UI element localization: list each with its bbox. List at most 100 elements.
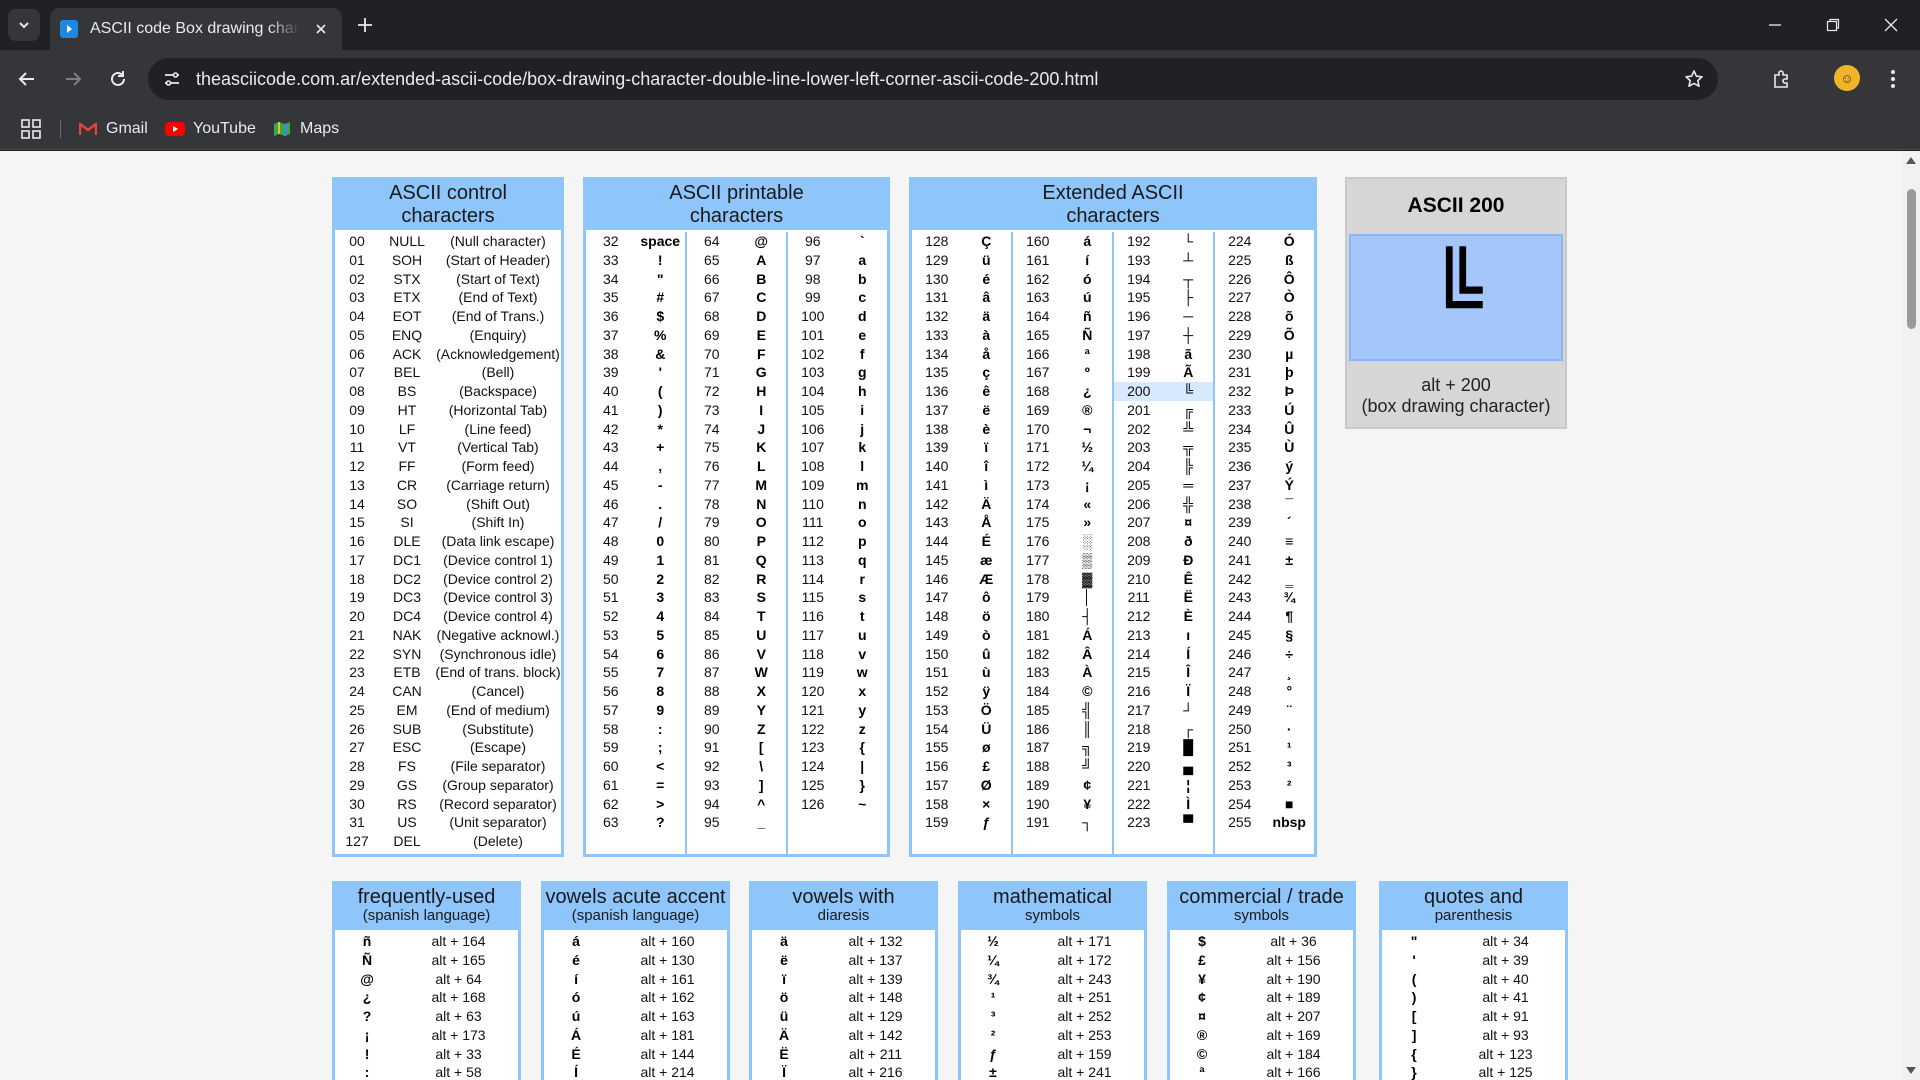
character-cell[interactable]: 180 ┤ xyxy=(1013,607,1112,626)
character-cell[interactable]: 133 à xyxy=(912,326,1011,345)
group-row[interactable]: ³ alt + 252 xyxy=(961,1007,1144,1026)
character-cell[interactable]: 149 ò xyxy=(912,626,1011,645)
control-row[interactable]: 07 BEL (Bell) xyxy=(335,363,561,382)
group-row[interactable]: ¼ alt + 172 xyxy=(961,951,1144,970)
character-cell[interactable]: 146 Æ xyxy=(912,570,1011,589)
forward-button[interactable] xyxy=(57,63,89,95)
character-cell[interactable]: 58: xyxy=(586,720,685,739)
group-row[interactable]: Áalt + 181 xyxy=(544,1026,727,1045)
character-cell[interactable]: 188 ╝ xyxy=(1013,757,1112,776)
group-row[interactable]: é alt + 130 xyxy=(544,951,727,970)
bookmark-gmail[interactable]: Gmail xyxy=(78,116,148,142)
character-cell[interactable]: 195 ├ xyxy=(1114,288,1213,307)
character-cell[interactable]: 101 e xyxy=(788,326,887,345)
character-cell[interactable]: 42 * xyxy=(586,420,685,439)
control-row[interactable]: 04 EOT (End of Trans.) xyxy=(335,307,561,326)
character-cell[interactable]: 123 { xyxy=(788,738,887,757)
menu-button[interactable] xyxy=(1877,63,1909,95)
control-row[interactable]: 15 SI (Shift In) xyxy=(335,513,561,532)
character-cell[interactable]: 220 ▄ xyxy=(1114,757,1213,776)
character-cell[interactable]: 61 = xyxy=(586,776,685,795)
control-row[interactable]: 25 EM (End of medium) xyxy=(335,701,561,720)
character-cell[interactable]: 108 l xyxy=(788,457,887,476)
character-cell[interactable]: 83 S xyxy=(687,588,786,607)
character-cell[interactable]: 72 H xyxy=(687,382,786,401)
character-cell[interactable]: 174 « xyxy=(1013,495,1112,514)
character-cell[interactable]: 64 @ xyxy=(687,232,786,251)
control-row[interactable]: 18 DC2 (Device control 2) xyxy=(335,570,561,589)
character-cell[interactable]: 37% xyxy=(586,326,685,345)
group-row[interactable]: $ alt + 36 xyxy=(1170,932,1353,951)
character-cell[interactable]: 243 ¾ xyxy=(1215,588,1314,607)
character-cell[interactable]: 235 Ù xyxy=(1215,438,1314,457)
control-row[interactable]: 24 CAN (Cancel) xyxy=(335,682,561,701)
character-cell[interactable]: 182 Â xyxy=(1013,645,1112,664)
character-cell[interactable]: 132 ä xyxy=(912,307,1011,326)
character-cell[interactable]: 53 5 xyxy=(586,626,685,645)
character-cell[interactable]: 164 ñ xyxy=(1013,307,1112,326)
character-cell[interactable]: 150 û xyxy=(912,645,1011,664)
character-cell[interactable]: 156 £ xyxy=(912,757,1011,776)
character-cell[interactable]: 208 ð xyxy=(1114,532,1213,551)
character-cell[interactable]: 227 Ò xyxy=(1215,288,1314,307)
character-cell[interactable]: 71 G xyxy=(687,363,786,382)
character-cell[interactable]: 169 ® xyxy=(1013,401,1112,420)
group-row[interactable]: ² alt + 253 xyxy=(961,1026,1144,1045)
group-row[interactable]: ! alt + 33 xyxy=(335,1045,518,1064)
character-cell[interactable]: 111 o xyxy=(788,513,887,532)
character-cell[interactable]: 236 ý xyxy=(1215,457,1314,476)
character-cell[interactable]: 230 µ xyxy=(1215,345,1314,364)
group-row[interactable]: ë alt + 137 xyxy=(752,951,935,970)
character-cell[interactable]: 51 3 xyxy=(586,588,685,607)
character-cell[interactable]: 159 ƒ xyxy=(912,813,1011,832)
character-cell[interactable]: 141 ì xyxy=(912,476,1011,495)
character-cell[interactable]: 151 ù xyxy=(912,663,1011,682)
character-cell[interactable]: 79 O xyxy=(687,513,786,532)
character-cell[interactable]: 49 1 xyxy=(586,551,685,570)
character-cell[interactable]: 222 Ì xyxy=(1114,795,1213,814)
character-cell[interactable]: 219 █ xyxy=(1114,738,1213,757)
character-cell[interactable]: 228 õ xyxy=(1215,307,1314,326)
profile-avatar[interactable]: ☺ xyxy=(1834,65,1860,91)
character-cell[interactable]: 213 ı xyxy=(1114,626,1213,645)
control-row[interactable]: 31 US (Unit separator) xyxy=(335,813,561,832)
character-cell[interactable]: 173 ¡ xyxy=(1013,476,1112,495)
character-cell[interactable]: 197 ┼ xyxy=(1114,326,1213,345)
character-cell[interactable]: 167 º xyxy=(1013,363,1112,382)
character-cell[interactable]: 98 b xyxy=(788,270,887,289)
character-cell[interactable]: 130 é xyxy=(912,270,1011,289)
character-cell[interactable]: 48 0 xyxy=(586,532,685,551)
character-cell[interactable]: 100 d xyxy=(788,307,887,326)
group-row[interactable]: ) alt + 41 xyxy=(1382,988,1565,1007)
character-cell[interactable]: 56 8 xyxy=(586,682,685,701)
character-cell[interactable]: 85 U xyxy=(687,626,786,645)
group-row[interactable]: {alt + 123 xyxy=(1382,1045,1565,1064)
group-row[interactable]: £ alt + 156 xyxy=(1170,951,1353,970)
character-cell[interactable]: 41) xyxy=(586,401,685,420)
character-cell[interactable]: 223 ▀ xyxy=(1114,813,1213,832)
character-cell[interactable]: 113 q xyxy=(788,551,887,570)
group-row[interactable]: ½ alt + 171 xyxy=(961,932,1144,951)
character-cell[interactable]: 125} xyxy=(788,776,887,795)
control-row[interactable]: 12 FF (Form feed) xyxy=(335,457,561,476)
control-row[interactable]: 03 ETX (End of Text) xyxy=(335,288,561,307)
group-row[interactable]: ö alt + 148 xyxy=(752,988,935,1007)
group-row[interactable]: } alt + 125 xyxy=(1382,1063,1565,1080)
character-cell[interactable]: 218 ┌ xyxy=(1114,720,1213,739)
character-cell[interactable]: 229 Õ xyxy=(1215,326,1314,345)
scroll-down-arrow-icon[interactable] xyxy=(1905,1065,1917,1075)
character-cell[interactable]: 186 ║ xyxy=(1013,720,1112,739)
active-tab[interactable]: ASCII code Box drawing character xyxy=(50,8,342,50)
character-cell[interactable]: 67 C xyxy=(687,288,786,307)
character-cell[interactable]: 201 ╔ xyxy=(1114,401,1213,420)
character-cell[interactable]: 242 ‗ xyxy=(1215,570,1314,589)
group-row[interactable]: ± alt + 241 xyxy=(961,1063,1144,1080)
character-cell[interactable]: 214 Í xyxy=(1114,645,1213,664)
control-row[interactable]: 11 VT (Vertical Tab) xyxy=(335,438,561,457)
control-row[interactable]: 23 ETB (End of trans. block) xyxy=(335,663,561,682)
character-cell[interactable]: 206 ╬ xyxy=(1114,495,1213,514)
character-cell[interactable]: 124 | xyxy=(788,757,887,776)
character-cell[interactable]: 102 f xyxy=(788,345,887,364)
character-cell[interactable]: 237 Ý xyxy=(1215,476,1314,495)
control-row[interactable]: 16 DLE (Data link escape) xyxy=(335,532,561,551)
